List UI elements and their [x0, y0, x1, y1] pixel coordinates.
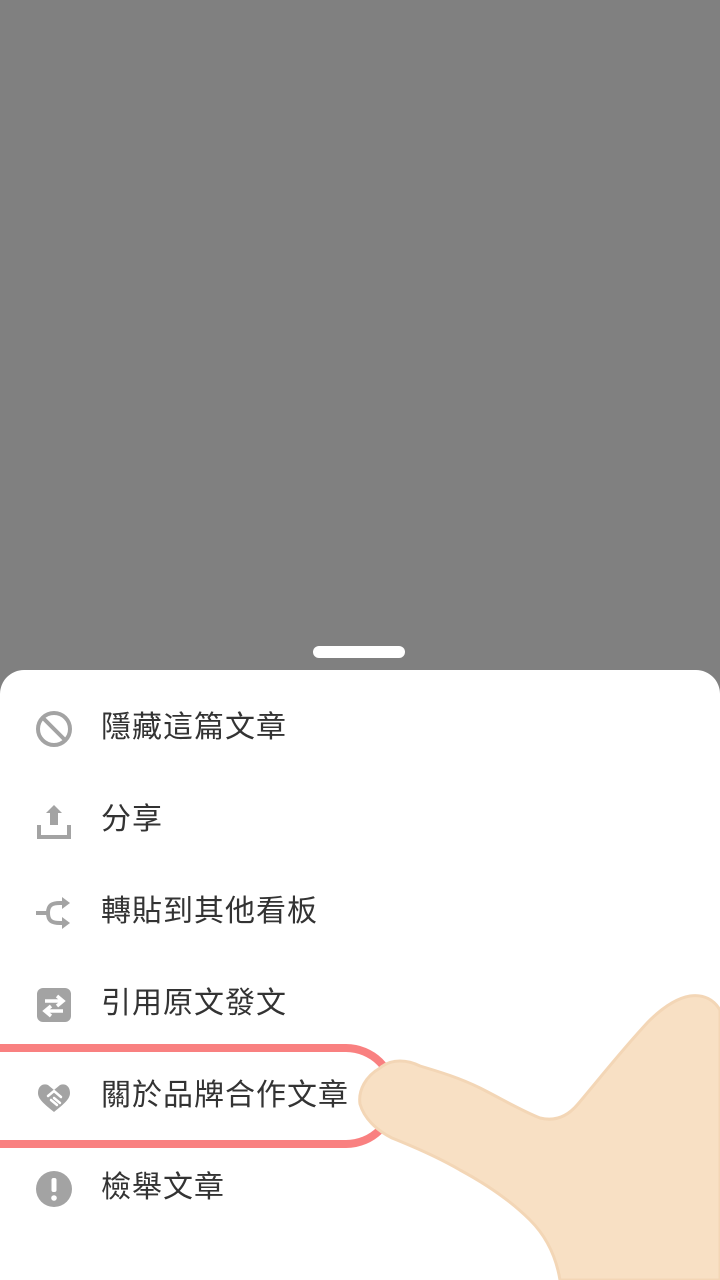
screen: 隱藏這篇文章 分享 轉貼到其他看板 引用原文發文 關於品牌合作文章 檢舉文章: [0, 0, 720, 1280]
menu-item-repost[interactable]: 轉貼到其他看板: [0, 866, 720, 958]
menu-item-label: 轉貼到其他看板: [101, 894, 318, 929]
bottom-sheet-menu: 隱藏這篇文章 分享 轉貼到其他看板 引用原文發文 關於品牌合作文章 檢舉文章: [0, 670, 720, 1280]
quote-repost-icon: [34, 985, 74, 1025]
menu-item-label: 檢舉文章: [101, 1170, 225, 1205]
menu-item-brand-partnership[interactable]: 關於品牌合作文章: [0, 1050, 720, 1142]
menu-item-label: 引用原文發文: [101, 986, 287, 1021]
menu-item-report[interactable]: 檢舉文章: [0, 1142, 720, 1234]
block-icon: [34, 709, 74, 749]
share-upload-icon: [34, 801, 74, 841]
report-exclamation-icon: [34, 1169, 74, 1209]
menu-item-share[interactable]: 分享: [0, 774, 720, 866]
menu-item-hide-post[interactable]: 隱藏這篇文章: [0, 682, 720, 774]
sheet-drag-handle[interactable]: [313, 646, 405, 658]
menu-item-label: 分享: [101, 802, 163, 837]
menu-item-label: 隱藏這篇文章: [101, 710, 287, 745]
background-overlay[interactable]: [0, 0, 720, 670]
handshake-icon: [34, 1077, 74, 1117]
menu-item-quote-post[interactable]: 引用原文發文: [0, 958, 720, 1050]
menu-item-label: 關於品牌合作文章: [101, 1078, 349, 1113]
repost-icon: [34, 893, 74, 933]
